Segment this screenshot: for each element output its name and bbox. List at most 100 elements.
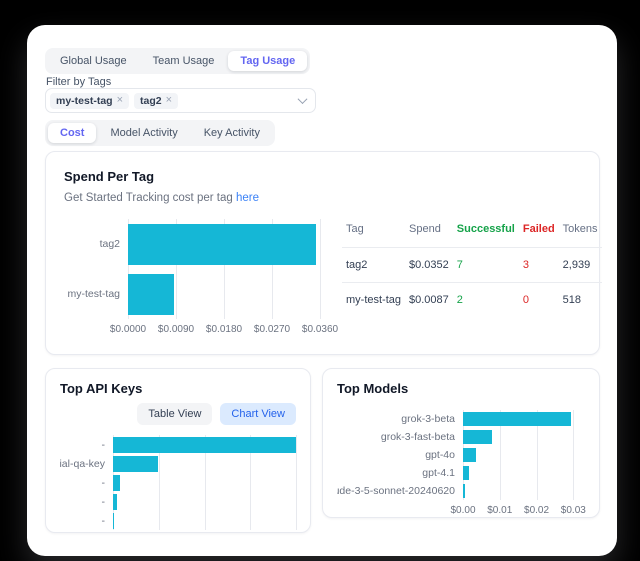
remove-tag-icon[interactable]: × [166, 95, 172, 106]
x-axis-tick-label: $0.0000 [110, 324, 146, 335]
spend-table: Tag Spend Successful Failed Tokens tag2 … [342, 219, 602, 317]
app-window: Global Usage Team Usage Tag Usage Filter… [27, 25, 617, 556]
chart-row: gpt-4o [337, 446, 577, 464]
cell-successful: 2 [453, 283, 519, 318]
bar[interactable] [113, 475, 120, 491]
subtitle-text: Get Started Tracking cost per tag [64, 192, 236, 204]
bar-track [113, 494, 296, 510]
filter-by-tags-label: Filter by Tags [46, 76, 111, 88]
bar-category-label: grok-3-fast-beta [337, 431, 463, 443]
col-successful: Successful [453, 219, 519, 248]
x-axis-tick-label: $0.00 [450, 505, 475, 516]
chart-row: tag2 [64, 219, 320, 269]
bar-track [113, 475, 296, 491]
spend-per-tag-card: Spend Per Tag Get Started Tracking cost … [45, 151, 600, 355]
bar[interactable] [463, 448, 476, 462]
tab-model-activity[interactable]: Model Activity [98, 123, 189, 143]
gridline [296, 435, 297, 530]
chevron-down-icon[interactable] [298, 94, 308, 104]
chart-row: - [60, 435, 296, 454]
bar-category-label: special-qa-key [60, 458, 113, 470]
view-toggle: Table View Chart View [60, 403, 296, 425]
bar[interactable] [128, 224, 316, 265]
x-axis-tick-label: $0.03 [561, 505, 586, 516]
cell-tag: tag2 [342, 248, 405, 283]
usage-tabs: Global Usage Team Usage Tag Usage [45, 48, 310, 74]
spend-content: tag2my-test-tag $0.0000$0.0090$0.0180$0.… [64, 219, 581, 337]
chart-view-button[interactable]: Chart View [220, 403, 296, 425]
bar-track [463, 466, 577, 480]
bar-track [128, 224, 320, 265]
chart-row: gpt-4.1 [337, 464, 577, 482]
bar-track [113, 456, 296, 472]
view-tabs: Cost Model Activity Key Activity [45, 120, 275, 146]
tab-tag-usage[interactable]: Tag Usage [228, 51, 307, 71]
bar[interactable] [113, 494, 117, 510]
tab-team-usage[interactable]: Team Usage [141, 51, 227, 71]
bar-category-label: - [60, 439, 113, 451]
bar-track [463, 484, 577, 498]
cell-failed: 3 [519, 248, 559, 283]
chart-row: - [60, 511, 296, 530]
bar[interactable] [113, 437, 296, 453]
chart-row: grok-3-beta [337, 410, 577, 428]
cell-tokens: 518 [559, 283, 602, 318]
chart-row: - [60, 473, 296, 492]
bar-category-label: gpt-4o [337, 449, 463, 461]
top-models-card: Top Models grok-3-beta grok-3-fast-beta gp… [322, 368, 600, 518]
x-axis-tick-label: $0.0180 [206, 324, 242, 335]
tag-chip: my-test-tag × [50, 93, 129, 109]
col-spend: Spend [405, 219, 453, 248]
bar[interactable] [463, 466, 469, 480]
table-header-row: Tag Spend Successful Failed Tokens [342, 219, 602, 248]
tag-filter-select[interactable]: my-test-tag × tag2 × [45, 88, 316, 113]
top-models-chart: grok-3-beta grok-3-fast-beta gpt-4o gpt-4.1… [337, 410, 577, 518]
bar[interactable] [463, 484, 465, 498]
tag-chip-label: my-test-tag [56, 95, 113, 107]
bar[interactable] [128, 274, 174, 315]
x-axis-tick-label: $0.0360 [302, 324, 338, 335]
cell-spend: $0.0352 [405, 248, 453, 283]
bar-category-label: - [60, 515, 113, 527]
bar-category-label: my-test-tag [64, 288, 128, 300]
here-link[interactable]: here [236, 192, 259, 204]
tab-key-activity[interactable]: Key Activity [192, 123, 272, 143]
bar-category-label: claude-3-5-sonnet-20240620 [337, 485, 463, 497]
x-axis-tick-label: $0.02 [524, 505, 549, 516]
bar[interactable] [463, 430, 492, 444]
bar-track [128, 274, 320, 315]
top-api-keys-card: Top API Keys Table View Chart View - spec… [45, 368, 311, 533]
bar[interactable] [113, 456, 158, 472]
col-tokens: Tokens [559, 219, 602, 248]
x-axis-tick-label: $0.01 [487, 505, 512, 516]
cell-failed: 0 [519, 283, 559, 318]
bar-category-label: - [60, 496, 113, 508]
bar-track [463, 448, 577, 462]
table-row: tag2 $0.0352 7 3 2,939 [342, 248, 602, 283]
chart-row: special-qa-key [60, 454, 296, 473]
bar-track [463, 412, 577, 426]
bar-track [463, 430, 577, 444]
tag-chip: tag2 × [134, 93, 178, 109]
card-title: Spend Per Tag [64, 169, 581, 184]
chart-row: my-test-tag [64, 269, 320, 319]
tab-cost[interactable]: Cost [48, 123, 96, 143]
card-subtitle: Get Started Tracking cost per tag here [64, 192, 581, 204]
bar-category-label: grok-3-beta [337, 413, 463, 425]
col-failed: Failed [519, 219, 559, 248]
bar[interactable] [463, 412, 571, 426]
col-tag: Tag [342, 219, 405, 248]
x-axis-tick-label: $0.0090 [158, 324, 194, 335]
cell-spend: $0.0087 [405, 283, 453, 318]
cell-tag: my-test-tag [342, 283, 405, 318]
card-title: Top API Keys [60, 381, 296, 396]
bar[interactable] [113, 513, 114, 529]
tab-global-usage[interactable]: Global Usage [48, 51, 139, 71]
card-title: Top Models [337, 381, 585, 396]
bar-track [113, 437, 296, 453]
bar-category-label: tag2 [64, 238, 128, 250]
spend-per-tag-chart: tag2my-test-tag $0.0000$0.0090$0.0180$0.… [64, 219, 320, 337]
table-view-button[interactable]: Table View [137, 403, 212, 425]
tag-chip-label: tag2 [140, 95, 162, 107]
remove-tag-icon[interactable]: × [117, 95, 123, 106]
